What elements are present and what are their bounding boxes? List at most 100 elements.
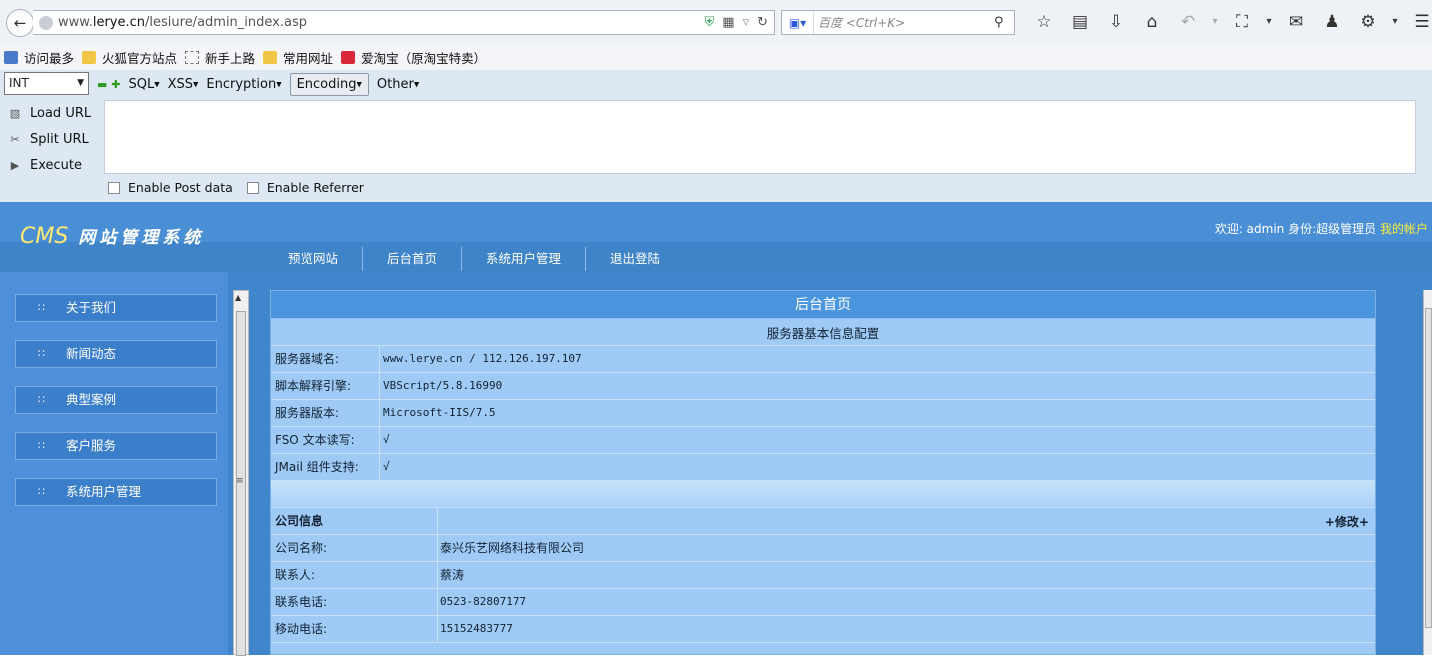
minus-plus-icon[interactable]: ▬ ✚ — [97, 78, 120, 91]
bookmark-getting-started[interactable]: 新手上路 — [185, 48, 255, 67]
user-icon[interactable]: ♟ — [1314, 12, 1350, 32]
url-text: www.lerye.cn/lesiure/admin_index.asp — [58, 15, 307, 30]
hackbar-actions: ▧ Load URL ✂ Split URL ▶ Execute — [0, 100, 100, 178]
enable-referrer-checkbox[interactable]: Enable Referrer — [246, 180, 364, 195]
table-row: 联系电话: 0523-82807177 — [271, 589, 1375, 616]
sidebar-item-service[interactable]: ∷ 客户服务 — [15, 432, 217, 460]
admin-body: ∷ 关于我们 ∷ 新闻动态 ∷ 典型案例 ∷ 客户服务 ∷ 系统用户管理 ▲ ≡ 后台首页… — [0, 272, 1432, 656]
table-row: 公司名称: 泰兴乐艺网络科技有限公司 — [271, 535, 1375, 562]
scrollbar-thumb[interactable] — [1425, 308, 1432, 628]
download-icon[interactable]: ⇩ — [1098, 12, 1134, 32]
toolbar-icons: ☆ ▤ ⇩ ⌂ ↶ ▾ ⛶ ▾ ✉ ♟ ⚙ ▾ ☰ — [1026, 12, 1432, 32]
grip-icon: ≡ — [236, 476, 244, 486]
undo-menu-icon[interactable]: ▾ — [1206, 12, 1224, 32]
crop-menu-icon[interactable]: ▾ — [1260, 12, 1278, 32]
globe-icon — [39, 15, 53, 30]
bookmark-common-sites[interactable]: 常用网址 — [263, 48, 333, 67]
checkbox-box — [108, 181, 120, 194]
grip-icon: ∷ — [38, 439, 46, 452]
search-engine-icon[interactable]: ▣▾ — [782, 11, 814, 34]
hackbar-url-textarea[interactable] — [104, 100, 1416, 174]
check-icon: √ — [383, 433, 390, 446]
sidebar-item-news[interactable]: ∷ 新闻动态 — [15, 340, 217, 368]
menu-encoding[interactable]: Encoding▼ — [289, 73, 369, 96]
grip-icon: ∷ — [38, 347, 46, 360]
menu-other[interactable]: Other▼ — [377, 77, 419, 92]
company-section-header: 公司信息 +修改+ — [271, 508, 1375, 535]
server-section-header: 服务器基本信息配置 — [271, 319, 1375, 346]
my-account-link[interactable]: 我的帐户 — [1380, 222, 1428, 236]
top-navigation: 预览网站 后台首页 系统用户管理 退出登陆 — [264, 246, 684, 272]
chevron-down-icon: ▼ — [77, 78, 84, 88]
crop-icon[interactable]: ⛶ — [1224, 12, 1260, 32]
nav-user-management[interactable]: 系统用户管理 — [462, 247, 587, 271]
welcome-text: 欢迎: admin 身份:超级管理员 我的帐户 — [1214, 222, 1428, 236]
section-divider — [271, 481, 1375, 508]
address-bar[interactable]: www.lerye.cn/lesiure/admin_index.asp ⛨ ▦… — [33, 10, 775, 35]
bookmark-most-visited[interactable]: 访问最多 — [4, 48, 74, 67]
sidebar-item-about[interactable]: ∷ 关于我们 — [15, 294, 217, 322]
taobao-icon — [341, 50, 356, 64]
page-content: CMS 网站管理系统 欢迎: admin 身份:超级管理员 我的帐户 预览网站 后… — [0, 202, 1432, 656]
grip-icon: ∷ — [38, 393, 46, 406]
load-url-button[interactable]: ▧ Load URL — [0, 100, 100, 126]
edit-company-link[interactable]: +修改+ — [1325, 513, 1375, 530]
navigation-toolbar: ← www.lerye.cn/lesiure/admin_index.asp ⛨… — [0, 0, 1432, 44]
nav-preview-site[interactable]: 预览网站 — [264, 247, 364, 271]
extension-icon[interactable]: ⚙ — [1350, 12, 1386, 32]
sidebar-item-cases[interactable]: ∷ 典型案例 — [15, 386, 217, 414]
page-title: 后台首页 — [271, 291, 1375, 319]
execute-button[interactable]: ▶ Execute — [0, 152, 100, 178]
table-row: JMail 组件支持: √ — [271, 454, 1375, 481]
reload-icon[interactable]: ↻ — [757, 15, 768, 30]
type-select[interactable]: INT ▼ — [4, 72, 89, 95]
table-row: 脚本解释引擎: VBScript/5.8.16990 — [271, 373, 1375, 400]
scroll-up-icon[interactable]: ▲ — [235, 293, 241, 302]
dropdown-icon[interactable]: ▿ — [743, 15, 750, 30]
menu-encryption[interactable]: Encryption▼ — [206, 77, 281, 92]
shield-icon[interactable]: ⛨ — [705, 15, 715, 30]
menu-icon[interactable]: ☰ — [1404, 12, 1432, 32]
reading-list-icon[interactable]: ▤ — [1062, 12, 1098, 32]
table-row: 服务器域名: www.lerye.cn / 112.126.197.107 — [271, 346, 1375, 373]
main-panel: 后台首页 服务器基本信息配置 服务器域名: www.lerye.cn / 112.… — [270, 290, 1376, 655]
execute-icon: ▶ — [10, 158, 20, 172]
folder-icon — [82, 50, 97, 64]
page-icon — [185, 50, 200, 64]
enable-post-data-checkbox[interactable]: Enable Post data — [108, 180, 233, 195]
header-band — [0, 242, 1432, 272]
table-row: 移动电话: 15152483777 — [271, 616, 1375, 643]
page-scrollbar[interactable] — [1423, 290, 1432, 655]
menu-sql[interactable]: SQL▼ — [128, 77, 159, 92]
grip-icon: ∷ — [38, 301, 46, 314]
bookmark-aitaobao[interactable]: 爱淘宝（原淘宝特卖） — [341, 48, 486, 67]
hackbar-options: Enable Post data Enable Referrer — [108, 180, 378, 195]
search-input[interactable]: 百度 <Ctrl+K> — [814, 14, 994, 31]
sidebar: ∷ 关于我们 ∷ 新闻动态 ∷ 典型案例 ∷ 客户服务 ∷ 系统用户管理 — [0, 272, 228, 655]
back-button[interactable]: ← — [6, 9, 34, 37]
search-icon[interactable]: ⚲ — [994, 15, 1014, 30]
hackbar-toolbar: ▬ ✚ SQL▼ XSS▼ Encryption▼ Encoding▼ Othe… — [97, 72, 427, 97]
nav-logout[interactable]: 退出登陆 — [586, 247, 684, 271]
bookmark-star-icon[interactable]: ☆ — [1026, 12, 1062, 32]
home-icon[interactable]: ⌂ — [1134, 12, 1170, 32]
search-bar[interactable]: ▣▾ 百度 <Ctrl+K> ⚲ — [781, 10, 1015, 35]
sidebar-item-users[interactable]: ∷ 系统用户管理 — [15, 478, 217, 506]
qr-code-icon[interactable]: ▦ — [722, 15, 734, 30]
table-row: FSO 文本读写: √ — [271, 427, 1375, 454]
split-url-button[interactable]: ✂ Split URL — [0, 126, 100, 152]
site-header: CMS 网站管理系统 欢迎: admin 身份:超级管理员 我的帐户 预览网站 后… — [0, 202, 1432, 272]
hackbar-panel: INT ▼ ▬ ✚ SQL▼ XSS▼ Encryption▼ Encoding▼… — [0, 70, 1432, 202]
table-row: 联系人: 蔡涛 — [271, 562, 1375, 589]
extension-menu-icon[interactable]: ▾ — [1386, 12, 1404, 32]
table-row: 服务器版本: Microsoft-IIS/7.5 — [271, 400, 1375, 427]
frame-scrollbar[interactable]: ▲ ≡ — [233, 290, 249, 656]
bookmark-firefox-site[interactable]: 火狐官方站点 — [82, 48, 177, 67]
chat-icon[interactable]: ✉ — [1278, 12, 1314, 32]
browser-chrome: ← www.lerye.cn/lesiure/admin_index.asp ⛨… — [0, 0, 1432, 202]
undo-icon[interactable]: ↶ — [1170, 12, 1206, 32]
grip-icon: ∷ — [38, 485, 46, 498]
bookmark-icon — [4, 50, 18, 64]
menu-xss[interactable]: XSS▼ — [168, 77, 199, 92]
nav-admin-home[interactable]: 后台首页 — [363, 247, 463, 271]
